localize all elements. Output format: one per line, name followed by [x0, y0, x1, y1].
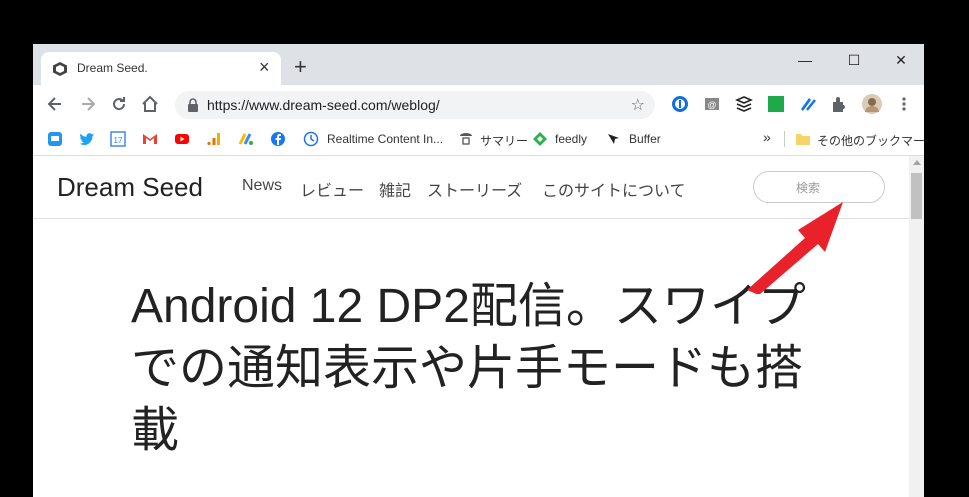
profile-avatar-icon[interactable] — [861, 93, 883, 115]
new-tab-button[interactable]: + — [294, 56, 307, 78]
bookmark-calendar-icon[interactable]: 17 — [110, 131, 126, 147]
close-window-button[interactable]: ✕ — [878, 47, 924, 73]
nav-zakki[interactable]: 雑記 — [379, 177, 411, 201]
bookmark-analytics-icon[interactable] — [206, 131, 222, 147]
tab-close-icon[interactable]: × — [259, 57, 270, 77]
bookmark-clock-icon[interactable] — [303, 131, 319, 147]
bookmark-adsense-icon[interactable] — [238, 131, 254, 147]
browser-window: Dream Seed. × + — ☐ ✕ https://www.dream-… — [33, 44, 924, 497]
bookmark-summary[interactable]: サマリー — [480, 132, 528, 149]
back-arrow-icon[interactable] — [45, 94, 65, 114]
bookmark-feedly[interactable]: feedly — [555, 132, 587, 146]
nav-about[interactable]: このサイトについて — [542, 177, 686, 201]
scrollbar-thumb[interactable] — [911, 173, 922, 219]
tab-strip: Dream Seed. × + — ☐ ✕ — [33, 44, 924, 85]
tab-dream-seed[interactable]: Dream Seed. × — [41, 52, 281, 85]
bookmarks-divider — [784, 131, 785, 147]
other-bookmarks[interactable]: その他のブックマーク — [817, 132, 924, 149]
folder-icon[interactable] — [795, 131, 811, 147]
svg-text:17: 17 — [114, 136, 123, 145]
extensions-puzzle-icon[interactable] — [830, 95, 848, 113]
bookmark-twitter-icon[interactable] — [79, 131, 95, 147]
home-icon[interactable] — [140, 94, 160, 114]
nav-stories[interactable]: ストーリーズ — [427, 177, 522, 201]
bookmark-buffer-icon[interactable] — [606, 131, 622, 147]
red-pointer-arrow-icon — [747, 202, 843, 294]
tab-title: Dream Seed. — [77, 61, 148, 75]
bookmark-gmail-icon[interactable] — [142, 131, 158, 147]
nav-review[interactable]: レビュー — [300, 177, 364, 201]
dream-seed-favicon-icon — [53, 62, 67, 76]
extension-green-square-icon[interactable] — [767, 95, 785, 113]
svg-text:@: @ — [707, 100, 716, 110]
scroll-up-arrow-icon[interactable] — [913, 160, 921, 165]
bookmarks-overflow-chevron[interactable]: » — [763, 129, 771, 145]
extension-buffer-icon[interactable] — [735, 95, 753, 113]
bookmark-feedly-icon[interactable] — [532, 131, 548, 147]
bookmark-summary-icon[interactable] — [458, 131, 474, 147]
nav-news[interactable]: News — [242, 177, 282, 195]
maximize-button[interactable]: ☐ — [831, 47, 877, 73]
bookmarks-bar: 17 Realtime Content In... サマリー feedly Bu… — [33, 123, 924, 156]
bookmark-star-icon[interactable]: ☆ — [631, 95, 645, 115]
url-text[interactable]: https://www.dream-seed.com/weblog/ — [207, 97, 440, 113]
bookmark-facebook-icon[interactable] — [270, 131, 286, 147]
address-bar[interactable]: https://www.dream-seed.com/weblog/ ☆ — [175, 91, 655, 119]
extension-onepassword-icon[interactable] — [671, 95, 689, 113]
article-headline: Android 12 DP2配信。スワイプでの通知表示や片手モードも搭載 — [131, 280, 806, 457]
bookmark-chat-icon[interactable] — [47, 131, 63, 147]
page-scrollbar[interactable] — [909, 156, 924, 497]
lock-icon[interactable] — [187, 98, 199, 112]
reload-icon[interactable] — [109, 94, 129, 114]
bookmark-realtime-content[interactable]: Realtime Content In... — [327, 132, 443, 146]
extension-mail-icon[interactable]: @ — [703, 95, 721, 113]
bookmark-youtube-icon[interactable] — [174, 131, 190, 147]
extension-ads-icon[interactable] — [799, 95, 817, 113]
toolbar: https://www.dream-seed.com/weblog/ ☆ @ — [33, 85, 924, 123]
menu-kebab-icon[interactable] — [895, 95, 913, 113]
minimize-button[interactable]: — — [782, 47, 828, 73]
bookmark-buffer[interactable]: Buffer — [629, 132, 661, 146]
forward-arrow-icon[interactable] — [78, 94, 98, 114]
site-title[interactable]: Dream Seed — [57, 172, 203, 203]
